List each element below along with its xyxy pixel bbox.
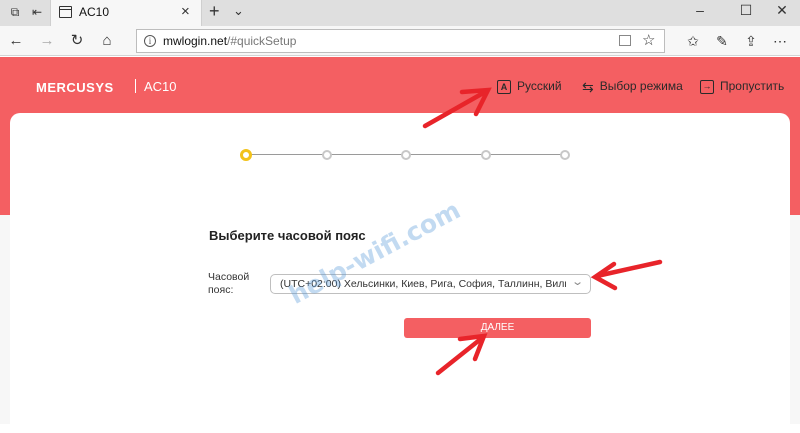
logo-separator — [135, 79, 136, 93]
form-title: Выберите часовой пояс — [209, 228, 366, 243]
favorites-icon[interactable]: ✩ — [683, 31, 703, 51]
chevron-down-icon: ⌄ — [570, 276, 584, 288]
chevron-down-icon[interactable]: ⌄ — [233, 3, 244, 19]
step-dot-1 — [240, 149, 252, 161]
url-path: /#quickSetup — [227, 34, 297, 48]
notes-pen-icon[interactable]: ✎ — [712, 31, 732, 51]
more-icon[interactable]: ⋯ — [770, 31, 790, 51]
browser-toolbar: ← → ↻ ⌂ i mwlogin.net/#quickSetup ☆ ✩ ✎ … — [0, 26, 800, 56]
mode-select-button[interactable]: ⇆ Выбор режима — [582, 77, 683, 95]
language-button[interactable]: A Русский — [497, 77, 562, 95]
swap-arrows-icon: ⇆ — [582, 78, 594, 95]
tab-actions-icon[interactable]: ⧉ — [7, 4, 23, 20]
step-dot-4 — [481, 150, 491, 160]
language-label: Русский — [517, 79, 562, 93]
info-icon[interactable]: i — [144, 35, 156, 47]
url-host: mwlogin.net — [163, 34, 228, 48]
window-close-icon[interactable]: ✕ — [772, 2, 792, 19]
skip-label: Пропустить — [720, 79, 785, 93]
home-icon[interactable]: ⌂ — [97, 31, 117, 51]
step-dot-2 — [322, 150, 332, 160]
share-icon[interactable]: ⇪ — [741, 31, 761, 51]
url-text[interactable]: mwlogin.net/#quickSetup — [163, 34, 296, 48]
close-icon[interactable]: × — [181, 3, 190, 20]
reading-view-icon[interactable] — [619, 35, 631, 46]
exit-icon: → — [700, 79, 714, 94]
maximize-icon[interactable]: ☐ — [736, 2, 756, 19]
tab-aside-icon[interactable]: ⇤ — [29, 4, 45, 20]
minimize-icon[interactable]: – — [690, 2, 710, 18]
browser-tab[interactable]: AC10 × — [50, 0, 202, 26]
back-icon[interactable]: ← — [6, 31, 26, 51]
tab-bar: ⧉ ⇤ AC10 × + ⌄ – ☐ ✕ — [0, 0, 800, 26]
timezone-label: Часовой пояс: — [208, 271, 250, 296]
skip-button[interactable]: → Пропустить — [700, 77, 784, 95]
forward-icon[interactable]: → — [37, 31, 57, 51]
next-button[interactable]: ДАЛЕЕ — [404, 318, 591, 338]
mode-label: Выбор режима — [599, 79, 683, 93]
new-tab-icon[interactable]: + — [209, 1, 220, 22]
step-dot-3 — [401, 150, 411, 160]
favorite-star-icon[interactable]: ☆ — [642, 31, 655, 49]
model-name: AC10 — [144, 79, 177, 94]
refresh-icon[interactable]: ↻ — [67, 31, 87, 51]
step-dot-5 — [560, 150, 570, 160]
step-progress — [240, 149, 570, 161]
page-favicon-icon — [59, 6, 72, 18]
setup-card: Выберите часовой пояс Часовой пояс: (UTC… — [10, 113, 790, 433]
brand-logo: MERCUSYS — [36, 80, 114, 95]
language-icon: A — [497, 79, 511, 94]
address-bar[interactable]: i mwlogin.net/#quickSetup ☆ — [136, 29, 665, 53]
tab-title: AC10 — [79, 5, 110, 19]
